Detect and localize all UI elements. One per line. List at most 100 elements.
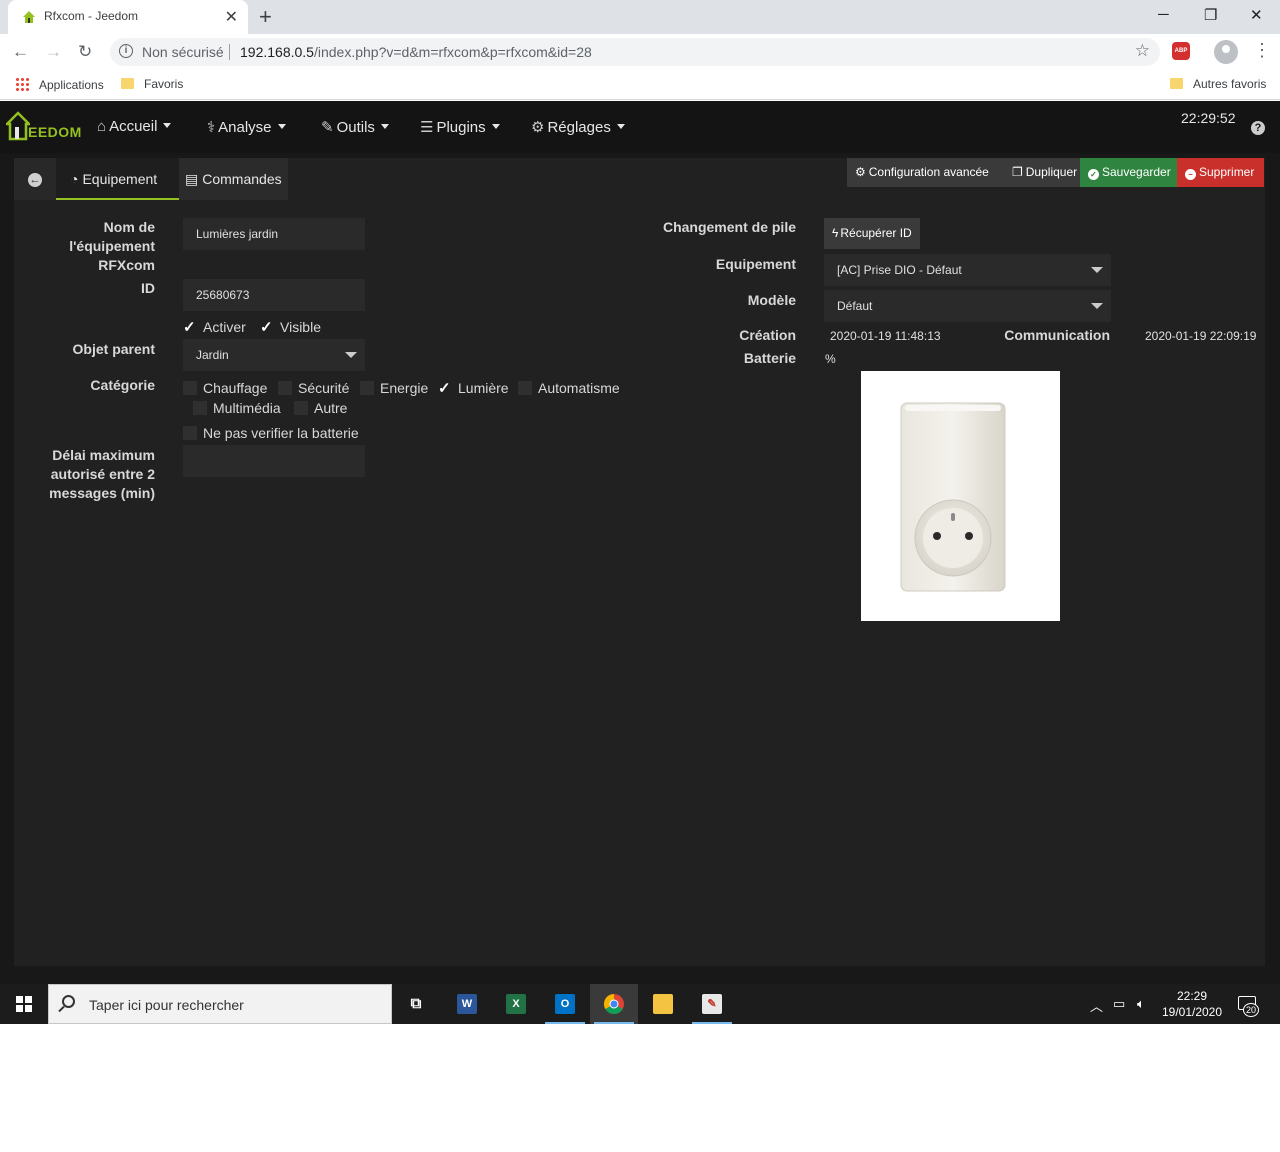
bookmark-apps-label: Applications xyxy=(39,78,104,92)
jeedom-logo[interactable]: EEDOM xyxy=(6,111,81,145)
paint-app[interactable]: ✎ xyxy=(688,984,736,1024)
windows-start-icon[interactable] xyxy=(16,996,32,1012)
reload-icon[interactable]: ↻ xyxy=(78,42,92,62)
delay-input[interactable] xyxy=(183,445,365,477)
save-button[interactable]: ✓ Sauvegarder xyxy=(1080,158,1177,187)
equipment-panel: ← ◔ Equipement ▤ Commandes ⚙ Configuration … xyxy=(14,158,1265,966)
menu-analyse[interactable]: ⚕ Analyse xyxy=(207,118,286,136)
excel-app[interactable]: X xyxy=(492,984,540,1024)
id-input[interactable]: 25680673 xyxy=(183,279,365,311)
wrench-icon: ✎ xyxy=(321,119,334,136)
parent-select-value: Jardin xyxy=(196,348,229,362)
id-label: ID xyxy=(141,280,155,296)
bookmark-favoris[interactable]: Favoris xyxy=(121,77,183,91)
category-lumiere[interactable]: ✓ Lumière xyxy=(438,379,509,398)
tray-chevron-up-icon[interactable]: ︿ xyxy=(1090,996,1103,1015)
caret-down-icon xyxy=(616,124,625,129)
outlook-app[interactable]: O xyxy=(541,984,589,1024)
menu-outils[interactable]: ✎ Outils xyxy=(321,118,389,136)
window-close-button[interactable]: ✕ xyxy=(1250,6,1263,24)
action-center-icon[interactable]: 20 xyxy=(1238,996,1259,1017)
category-label-text: Multimédia xyxy=(213,400,281,416)
browser-tabstrip: Rfxcom - Jeedom ✕ + ─ ❐ ✕ xyxy=(0,0,1280,34)
address-bar[interactable]: i Non sécurisé 192.168.0.5/index.php?v=d… xyxy=(110,38,1160,66)
equipement-select[interactable]: [AC] Prise DIO - Défaut xyxy=(824,254,1111,286)
task-view-button[interactable]: ⧉ xyxy=(392,984,440,1024)
help-icon[interactable]: ? xyxy=(1251,121,1265,135)
tab-equipement[interactable]: ◔ Equipement xyxy=(56,158,179,200)
back-arrow-icon[interactable]: ← xyxy=(12,42,29,62)
excel-icon: X xyxy=(506,994,526,1014)
category-chauffage[interactable]: Chauffage xyxy=(183,379,267,397)
new-tab-button[interactable]: + xyxy=(259,4,272,30)
category-label: Catégorie xyxy=(90,377,155,393)
chrome-app[interactable] xyxy=(590,984,638,1024)
category-label-text: Autre xyxy=(314,400,348,416)
tab-close-icon[interactable]: ✕ xyxy=(225,7,238,27)
equipement-label: Equipement xyxy=(715,256,796,272)
power-plug-image xyxy=(900,402,1006,592)
category-securite[interactable]: Sécurité xyxy=(278,379,349,397)
battery-check-checkbox[interactable]: Ne pas verifier la batterie xyxy=(183,424,359,442)
taskbar-clock[interactable]: 22:29 19/01/2020 xyxy=(1160,988,1224,1020)
search-icon xyxy=(62,995,75,1008)
volume-muted-icon[interactable]: 🔈︎ xyxy=(1137,996,1145,1012)
taskbar-time: 22:29 xyxy=(1176,989,1208,1003)
bookmark-other[interactable]: Autres favoris xyxy=(1170,77,1266,91)
copy-icon: ❐ xyxy=(1012,165,1023,179)
word-app[interactable]: W xyxy=(443,984,491,1024)
home-icon: ⌂ xyxy=(97,118,107,135)
info-icon[interactable]: i xyxy=(119,44,133,58)
delete-button[interactable]: − Supprimer xyxy=(1177,158,1264,187)
parent-select[interactable]: Jardin xyxy=(183,339,365,371)
cogs-icon: ⚙ xyxy=(855,165,866,179)
tab-commandes-label: Commandes xyxy=(202,171,282,187)
creation-label: Création xyxy=(739,327,796,343)
network-icon[interactable]: ▭ xyxy=(1113,996,1125,1012)
bolt-icon: ϟ xyxy=(832,226,839,240)
duplicate-button[interactable]: ❐ Dupliquer xyxy=(1004,158,1080,187)
recuperer-id-button[interactable]: ϟ Récupérer ID xyxy=(824,218,920,249)
caret-down-icon xyxy=(491,124,500,129)
menu-accueil[interactable]: ⌂ Accueil xyxy=(97,118,172,135)
name-input[interactable]: Lumières jardin xyxy=(183,218,365,250)
menu-plugins[interactable]: ☰ Plugins xyxy=(420,118,500,136)
bookmark-apps[interactable]: Applications xyxy=(15,77,104,92)
bookmark-favoris-label: Favoris xyxy=(144,77,184,91)
advanced-config-button[interactable]: ⚙ Configuration avancée xyxy=(847,158,1004,187)
batterie-label: Batterie xyxy=(743,350,796,366)
tab-commandes[interactable]: ▤ Commandes xyxy=(179,158,288,200)
tab-title: Rfxcom - Jeedom xyxy=(44,9,139,23)
checkbox-box xyxy=(518,381,532,395)
back-button[interactable]: ← xyxy=(14,158,56,200)
taskbar-search-box[interactable]: Taper ici pour rechercher xyxy=(48,984,392,1024)
category-autre[interactable]: Autre xyxy=(294,399,347,417)
modele-select-value: Défaut xyxy=(837,299,873,313)
menu-reglages[interactable]: ⚙ Réglages xyxy=(531,118,625,136)
browser-tab[interactable]: Rfxcom - Jeedom ✕ xyxy=(8,0,248,34)
activer-checkbox[interactable]: ✓ Activer xyxy=(183,318,246,337)
forward-arrow-icon[interactable]: → xyxy=(45,42,62,62)
browser-menu-icon[interactable]: ⋮ xyxy=(1253,40,1271,61)
modele-select[interactable]: Défaut xyxy=(824,290,1111,322)
url-text: 192.168.0.5/index.php?v=d&m=rfxcom&p=rfx… xyxy=(240,44,592,60)
restore-button[interactable]: ❐ xyxy=(1204,6,1217,24)
dropdown-arrow-icon xyxy=(345,352,357,358)
adblock-icon[interactable]: ABP xyxy=(1172,42,1190,60)
visible-checkbox[interactable]: ✓ Visible xyxy=(260,318,321,337)
profile-avatar[interactable] xyxy=(1214,40,1238,64)
file-explorer-app[interactable] xyxy=(639,984,687,1024)
menu-label: Analyse xyxy=(218,119,272,136)
category-multimedia[interactable]: Multimédia xyxy=(193,399,281,417)
category-energie[interactable]: Energie xyxy=(360,379,428,397)
category-automatisme[interactable]: Automatisme xyxy=(518,379,620,397)
bookmark-star-icon[interactable]: ☆ xyxy=(1135,41,1150,61)
chrome-icon xyxy=(604,994,624,1014)
url-host: 192.168.0.5 xyxy=(240,44,314,60)
taskbar-date: 19/01/2020 xyxy=(1161,1005,1223,1019)
word-icon: W xyxy=(457,994,477,1014)
minimize-button[interactable]: ─ xyxy=(1158,6,1169,23)
list-alt-icon: ▤ xyxy=(185,171,199,187)
checkbox-box xyxy=(183,426,197,440)
menu-label: Accueil xyxy=(109,118,158,135)
